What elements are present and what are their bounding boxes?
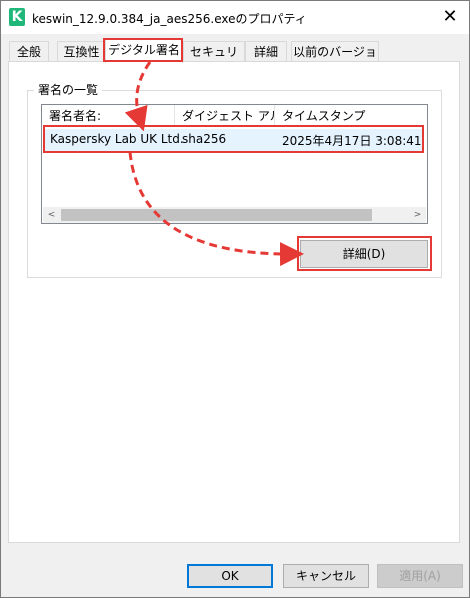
- window-title: keswin_12.9.0.384_ja_aes256.exeのプロパティ: [32, 12, 307, 26]
- column-header-digest[interactable]: ダイジェスト アル...: [175, 105, 275, 127]
- column-header-timestamp[interactable]: タイムスタンプ: [275, 105, 427, 127]
- horizontal-scrollbar[interactable]: < >: [43, 207, 426, 223]
- scrollbar-thumb[interactable]: [61, 209, 372, 221]
- ok-button[interactable]: OK: [187, 564, 273, 588]
- details-button-highlight: [297, 236, 432, 271]
- title-bar: K keswin_12.9.0.384_ja_aes256.exeのプロパティ …: [1, 1, 469, 34]
- tab-general[interactable]: 全般: [9, 41, 49, 61]
- cancel-button[interactable]: キャンセル: [283, 564, 369, 588]
- kaspersky-app-icon: K: [9, 8, 25, 26]
- active-tab-highlight: [103, 38, 183, 62]
- signature-list[interactable]: 署名者名: ダイジェスト アル... タイムスタンプ Kaspersky Lab…: [41, 104, 428, 224]
- tab-previous-versions[interactable]: 以前のバージョン: [291, 41, 379, 79]
- selected-row-highlight: [43, 125, 424, 153]
- column-header-signer[interactable]: 署名者名:: [42, 105, 175, 127]
- scroll-right-icon[interactable]: >: [409, 207, 426, 223]
- tab-compatibility[interactable]: 互換性: [57, 41, 106, 61]
- scroll-left-icon[interactable]: <: [43, 207, 60, 223]
- signature-list-title: 署名の一覧: [34, 81, 103, 98]
- apply-button[interactable]: 適用(A): [377, 564, 463, 588]
- tab-strip: 全般 互換性 デジタル署名 セキュリティ 詳細 以前のバージョン: [1, 39, 469, 79]
- tab-details[interactable]: 詳細: [245, 41, 287, 61]
- tab-security[interactable]: セキュリティ: [183, 41, 245, 79]
- close-button[interactable]: ✕: [437, 5, 463, 29]
